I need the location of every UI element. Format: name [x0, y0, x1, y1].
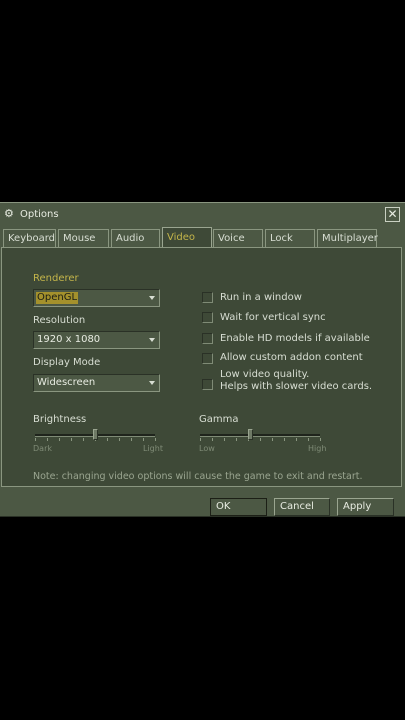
- gamma-label: Gamma: [199, 414, 239, 425]
- gamma-tick: [236, 438, 237, 441]
- apply-button[interactable]: Apply: [337, 498, 394, 516]
- brightness-tick: [107, 438, 108, 441]
- brightness-tick: [71, 438, 72, 441]
- gamma-tick: [260, 438, 261, 441]
- run-in-window-checkbox[interactable]: [202, 292, 213, 303]
- hd-models-label: Enable HD models if available: [220, 333, 370, 344]
- brightness-tick: [143, 438, 144, 441]
- gamma-min-label: Low: [199, 444, 215, 453]
- ok-button[interactable]: OK: [210, 498, 267, 516]
- close-icon[interactable]: ✕: [385, 207, 400, 222]
- gamma-tick: [308, 438, 309, 441]
- gamma-tick: [212, 438, 213, 441]
- title-bar[interactable]: ⚙ Options ✕: [0, 203, 405, 225]
- tab-lock[interactable]: Lock: [265, 229, 315, 247]
- brightness-tick: [131, 438, 132, 441]
- options-dialog: ⚙ Options ✕ Keyboard Mouse Audio Video V…: [0, 202, 405, 517]
- resolution-label: Resolution: [33, 315, 86, 326]
- vsync-checkbox[interactable]: [202, 312, 213, 323]
- brightness-slider-thumb[interactable]: [93, 429, 98, 440]
- steam-icon: ⚙: [4, 207, 14, 220]
- gamma-tick: [224, 438, 225, 441]
- gamma-slider-track[interactable]: [200, 434, 320, 437]
- brightness-min-label: Dark: [33, 444, 52, 453]
- gamma-tick: [320, 438, 321, 441]
- gamma-tick: [284, 438, 285, 441]
- display-mode-select[interactable]: Widescreen: [33, 374, 160, 392]
- tab-mouse[interactable]: Mouse: [58, 229, 109, 247]
- brightness-tick: [119, 438, 120, 441]
- renderer-label: Renderer: [33, 273, 79, 284]
- hd-models-checkbox[interactable]: [202, 333, 213, 344]
- restart-note: Note: changing video options will cause …: [33, 471, 363, 482]
- display-mode-label: Display Mode: [33, 357, 101, 368]
- resolution-value: 1920 x 1080: [37, 334, 101, 345]
- low-video-quality-label: Low video quality.: [220, 369, 310, 380]
- addon-content-label: Allow custom addon content: [220, 352, 363, 363]
- gamma-slider-thumb[interactable]: [248, 429, 253, 440]
- gamma-tick: [296, 438, 297, 441]
- chevron-down-icon: [149, 381, 155, 385]
- vsync-label: Wait for vertical sync: [220, 312, 326, 323]
- brightness-tick: [59, 438, 60, 441]
- run-in-window-label: Run in a window: [220, 292, 302, 303]
- tab-multiplayer[interactable]: Multiplayer: [317, 229, 378, 247]
- renderer-select[interactable]: OpenGL: [33, 289, 160, 307]
- brightness-max-label: Light: [143, 444, 163, 453]
- low-video-quality-sublabel: Helps with slower video cards.: [220, 381, 373, 392]
- resolution-select[interactable]: 1920 x 1080: [33, 331, 160, 349]
- tab-audio[interactable]: Audio: [111, 229, 160, 247]
- tab-keyboard[interactable]: Keyboard: [3, 229, 56, 247]
- display-mode-value: Widescreen: [37, 377, 96, 388]
- gamma-max-label: High: [308, 444, 327, 453]
- addon-content-checkbox[interactable]: [202, 353, 213, 364]
- brightness-tick: [155, 438, 156, 441]
- tab-voice[interactable]: Voice: [213, 229, 263, 247]
- tab-video[interactable]: Video: [162, 227, 212, 247]
- gamma-tick: [200, 438, 201, 441]
- renderer-value: OpenGL: [36, 292, 79, 304]
- window-title: Options: [20, 209, 59, 220]
- low-video-quality-checkbox[interactable]: [202, 379, 213, 390]
- chevron-down-icon: [149, 338, 155, 342]
- brightness-label: Brightness: [33, 414, 87, 425]
- brightness-tick: [35, 438, 36, 441]
- chevron-down-icon: [149, 296, 155, 300]
- gamma-tick: [272, 438, 273, 441]
- brightness-tick: [47, 438, 48, 441]
- cancel-button[interactable]: Cancel: [274, 498, 330, 516]
- brightness-tick: [83, 438, 84, 441]
